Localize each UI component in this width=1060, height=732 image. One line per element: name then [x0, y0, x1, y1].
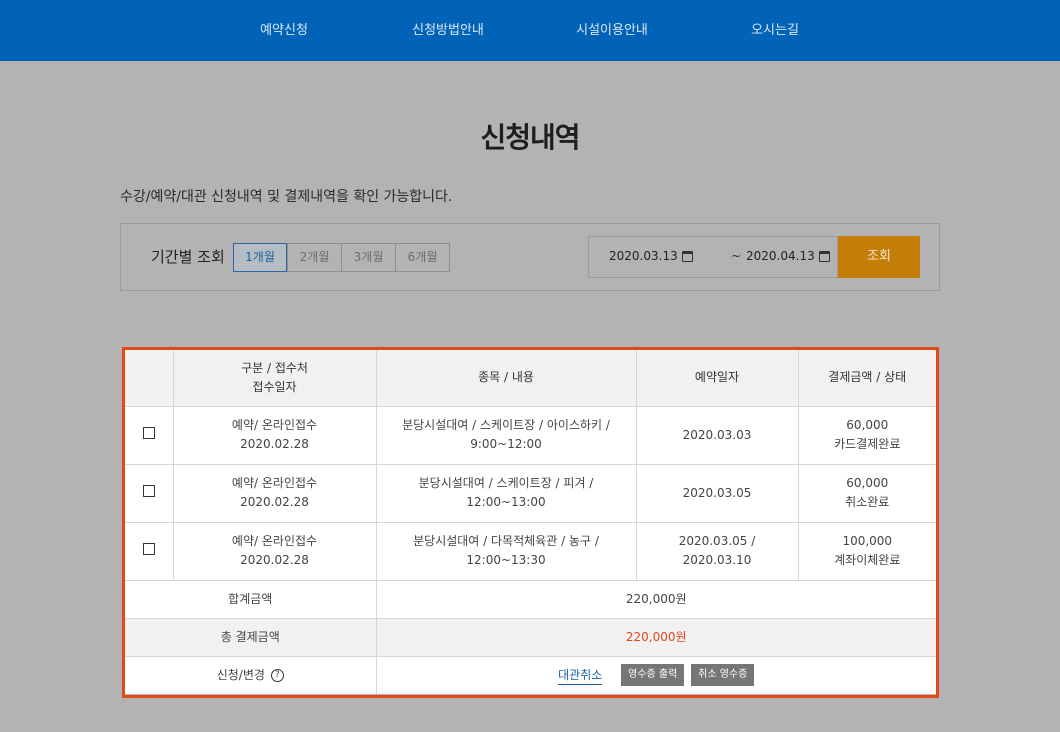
sum-row: 합계금액 220,000원	[125, 579, 936, 619]
table-row: 예약/ 온라인접수 2020.02.28 분당시설대여 / 스케이트장 / 피겨 …	[125, 463, 936, 523]
reservation-date: 2020.03.03	[682, 427, 752, 442]
amount-status-cell: 60,000 카드결제완료	[797, 405, 936, 465]
search-button[interactable]: 조회	[838, 236, 920, 278]
page-title: 신청내역	[480, 121, 580, 154]
header-content: 종목 / 내용	[375, 350, 637, 407]
type-cell: 예약/ 온라인접수 2020.02.28	[172, 463, 377, 523]
period-2-month-button[interactable]: 2개월	[287, 244, 341, 271]
period-3-month-button[interactable]: 3개월	[341, 244, 395, 271]
header-type-received: 구분 / 접수처 접수일자	[172, 350, 377, 407]
row-checkbox-cell	[125, 405, 174, 465]
amount-text: 100,000	[842, 534, 893, 548]
status-text: 카드결제완료	[834, 437, 901, 451]
period-1-month-button[interactable]: 1개월	[233, 243, 287, 272]
content-text: 분당시설대여 / 다목적체육관 / 농구 /	[413, 534, 599, 548]
period-filter-label: 기간별 조회	[151, 248, 225, 266]
period-6-month-button[interactable]: 6개월	[395, 244, 449, 271]
end-date-value: 2020.04.13	[746, 249, 815, 263]
cancel-receipt-button[interactable]: 취소 영수증	[691, 664, 755, 687]
table-row: 예약/ 온라인접수 2020.02.28 분당시설대여 / 다목적체육관 / 농구…	[125, 521, 936, 581]
start-date-field[interactable]: 2020.03.13	[609, 249, 693, 263]
status-text: 계좌이체완료	[834, 553, 901, 567]
type-text: 예약/ 온라인접수	[231, 476, 318, 490]
total-label: 총 결제금액	[125, 617, 377, 657]
action-row: 신청/변경 ? 대관취소 영수증 출력 취소 영수증	[125, 655, 936, 694]
page-description: 수강/예약/대관 신청내역 및 결제내역을 확인 가능합니다.	[120, 189, 453, 205]
reservation-date: 2020.03.05	[682, 485, 752, 500]
amount-text: 60,000	[846, 418, 889, 432]
time-text: 9:00~12:00	[470, 437, 542, 451]
row-checkbox[interactable]	[142, 542, 155, 555]
application-history-table: 구분 / 접수처 접수일자 종목 / 내용 예약일자 결제금액 / 상태 예약/…	[122, 347, 939, 698]
total-row: 총 결제금액 220,000원	[125, 617, 936, 657]
type-text: 예약/ 온라인접수	[231, 534, 318, 548]
type-cell: 예약/ 온라인접수 2020.02.28	[172, 521, 377, 581]
table-header-row: 구분 / 접수처 접수일자 종목 / 내용 예약일자 결제금액 / 상태	[125, 350, 936, 407]
received-date: 2020.02.28	[240, 553, 309, 567]
start-date-value: 2020.03.13	[609, 249, 678, 263]
date-separator: ~	[731, 249, 742, 263]
table-row: 예약/ 온라인접수 2020.02.28 분당시설대여 / 스케이트장 / 아이스…	[125, 405, 936, 465]
amount-status-cell: 100,000 계좌이체완료	[797, 521, 936, 581]
header-type-label: 구분 / 접수처	[241, 360, 308, 375]
reservation-end-date: 2020.03.10	[682, 553, 752, 567]
type-text: 예약/ 온라인접수	[231, 418, 318, 432]
reservation-date-cell: 2020.03.05	[635, 463, 799, 523]
row-checkbox-cell	[125, 521, 174, 581]
header-amount-status: 결제금액 / 상태	[797, 350, 936, 407]
nav-item-facility-guide[interactable]: 시설이용안내	[576, 0, 648, 61]
action-buttons-cell: 대관취소 영수증 출력 취소 영수증	[375, 655, 936, 694]
end-date-field[interactable]: 2020.04.13	[746, 249, 830, 263]
time-text: 12:00~13:30	[466, 553, 546, 567]
total-value: 220,000원	[375, 617, 936, 657]
period-filter-box: 기간별 조회 1개월 2개월 3개월 6개월 2020.03.13 ~ 2020…	[120, 223, 940, 291]
row-checkbox-cell	[125, 463, 174, 523]
row-checkbox[interactable]	[142, 426, 155, 439]
header-received-date-label: 접수일자	[252, 379, 297, 394]
date-range: 2020.03.13 ~ 2020.04.13	[588, 236, 838, 278]
action-label: 신청/변경	[216, 667, 265, 682]
amount-text: 60,000	[846, 476, 889, 490]
amount-status-cell: 60,000 취소완료	[797, 463, 936, 523]
reservation-date-cell: 2020.03.05 / 2020.03.10	[635, 521, 799, 581]
type-cell: 예약/ 온라인접수 2020.02.28	[172, 405, 377, 465]
row-checkbox[interactable]	[142, 484, 155, 497]
calendar-icon[interactable]	[818, 250, 830, 262]
action-label-cell: 신청/변경 ?	[125, 655, 377, 694]
top-navigation: 예약신청 신청방법안내 시설이용안내 오시는길	[0, 0, 1060, 61]
received-date: 2020.02.28	[240, 437, 309, 451]
help-icon[interactable]: ?	[270, 668, 284, 682]
header-reservation-date: 예약일자	[635, 350, 799, 407]
period-button-group: 1개월 2개월 3개월 6개월	[233, 243, 450, 272]
received-date: 2020.02.28	[240, 495, 309, 509]
reservation-date-cell: 2020.03.03	[635, 405, 799, 465]
time-text: 12:00~13:00	[466, 495, 546, 509]
content-cell: 분당시설대여 / 다목적체육관 / 농구 / 12:00~13:30	[375, 521, 637, 581]
reservation-date: 2020.03.05 /	[678, 534, 756, 548]
nav-item-directions[interactable]: 오시는길	[751, 0, 799, 61]
print-receipt-button[interactable]: 영수증 출력	[621, 664, 685, 687]
cancel-rental-link[interactable]: 대관취소	[558, 667, 603, 685]
content-cell: 분당시설대여 / 스케이트장 / 아이스하키 / 9:00~12:00	[375, 405, 637, 465]
sum-label: 합계금액	[125, 579, 377, 619]
sum-value: 220,000원	[375, 579, 936, 619]
content-text: 분당시설대여 / 스케이트장 / 피겨 /	[418, 476, 594, 490]
nav-item-how-to-apply[interactable]: 신청방법안내	[412, 0, 484, 61]
content-cell: 분당시설대여 / 스케이트장 / 피겨 / 12:00~13:00	[375, 463, 637, 523]
calendar-icon[interactable]	[681, 250, 693, 262]
status-text: 취소완료	[845, 495, 890, 509]
header-checkbox-cell	[125, 350, 174, 407]
nav-item-reservation[interactable]: 예약신청	[260, 0, 308, 61]
content-text: 분당시설대여 / 스케이트장 / 아이스하키 /	[402, 418, 610, 432]
